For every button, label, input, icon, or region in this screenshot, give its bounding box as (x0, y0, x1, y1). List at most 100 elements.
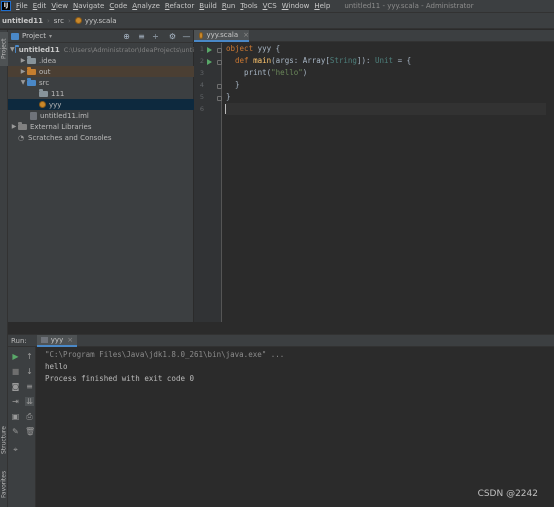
editor-tab-yyy[interactable]: yyy.scala × (194, 30, 249, 42)
tree-item-idea[interactable]: ▶ .idea (8, 55, 194, 66)
tree-item-scratches[interactable]: ◔ Scratches and Consoles (8, 132, 194, 143)
chevron-down-icon[interactable]: ▼ (10, 46, 15, 53)
package-icon (39, 88, 48, 97)
code-line-4: } (226, 80, 240, 89)
close-icon[interactable]: × (243, 31, 249, 39)
text-caret (225, 104, 226, 114)
layout-icon[interactable]: ▣ (11, 412, 20, 421)
tree-item-untitled11[interactable]: ▼ untitled11 C:\Users\Administrator\Idea… (8, 44, 194, 55)
console-command-line: "C:\Program Files\Java\jdk1.8.0_261\bin\… (45, 350, 285, 359)
tree-item-111[interactable]: 111 (8, 88, 194, 99)
tool-tab-structure[interactable]: Structure (0, 420, 8, 460)
menu-help[interactable]: Help (314, 2, 330, 10)
code-line-5: } (226, 92, 231, 101)
console-output-line: hello (45, 362, 68, 371)
chevron-right-icon[interactable]: ▶ (10, 123, 18, 130)
scala-object-icon (39, 101, 46, 108)
line-number: 6 (199, 105, 204, 113)
run-config-icon (40, 336, 48, 343)
editor-gutter: 1 2 3 4 5 6 (194, 43, 222, 322)
line-number: 1 (199, 45, 204, 53)
chevron-down-icon[interactable]: ▼ (19, 79, 27, 86)
menu-edit[interactable]: Edit (33, 2, 47, 10)
print-icon[interactable]: ⎙ (25, 412, 34, 421)
run-console[interactable]: "C:\Program Files\Java\jdk1.8.0_261\bin\… (45, 347, 554, 507)
menu-build[interactable]: Build (199, 2, 217, 10)
scala-object-icon (199, 31, 204, 39)
menu-analyze[interactable]: Analyze (132, 2, 160, 10)
camera-icon[interactable]: ◙ (11, 382, 20, 391)
run-panel-header: Run: yyy × (8, 334, 554, 347)
line-number: 4 (199, 81, 204, 89)
code-line-1: object yyy { (226, 44, 281, 53)
hide-icon[interactable]: — (182, 32, 191, 41)
rerun-icon[interactable]: ▶ (11, 352, 20, 361)
breadcrumb: untitled11 › src › yyy.scala (0, 13, 554, 29)
tree-item-iml[interactable]: untitled11.iml (8, 110, 194, 121)
chevron-right-icon: › (46, 16, 50, 25)
chevron-right-icon[interactable]: ▶ (19, 68, 27, 75)
code-editor[interactable]: object yyy { def main(args: Array[String… (222, 43, 554, 322)
scala-object-icon (74, 17, 82, 24)
menu-refactor[interactable]: Refactor (165, 2, 194, 10)
run-object-icon[interactable] (207, 47, 212, 53)
editor-tab-bar: yyy.scala × (194, 30, 554, 42)
tool-tab-project[interactable]: Project (0, 32, 8, 66)
library-icon (18, 121, 27, 130)
run-toolbar: ▶ ■ ◙ ⇥ ▣ ✎ ⌖ ↑ ↓ ≡ ⇊ ⎙ 🗑 (8, 347, 36, 507)
breadcrumb-file[interactable]: yyy.scala (85, 17, 117, 25)
trash-icon[interactable]: 🗑 (25, 427, 35, 436)
excluded-folder-icon (27, 66, 36, 75)
run-tab-yyy[interactable]: yyy × (36, 334, 78, 347)
expand-all-icon[interactable]: ÷ (151, 32, 160, 41)
run-main-icon[interactable] (207, 59, 212, 65)
menu-tools[interactable]: Tools (240, 2, 257, 10)
tree-item-yyy[interactable]: yyy (8, 99, 194, 110)
line-number: 5 (199, 93, 204, 101)
tree-item-external-libraries[interactable]: ▶ External Libraries (8, 121, 194, 132)
project-panel-title[interactable]: Project (22, 32, 46, 40)
exit-icon[interactable]: ⇥ (11, 397, 20, 406)
project-panel: Project ▾ ⊕ ≡ ÷ ⚙ — ▼ untitled11 C:\User… (8, 30, 194, 322)
run-label: Run: (11, 336, 27, 345)
scroll-to-end-icon[interactable]: ⇊ (25, 397, 34, 406)
menu-window[interactable]: Window (282, 2, 310, 10)
menu-code[interactable]: Code (109, 2, 127, 10)
chevron-right-icon[interactable]: ▶ (19, 57, 27, 64)
menu-run[interactable]: Run (222, 2, 235, 10)
chevron-down-icon[interactable]: ▾ (49, 33, 52, 40)
code-line-3: print("hello") (226, 68, 308, 77)
menu-navigate[interactable]: Navigate (73, 2, 104, 10)
project-panel-header: Project ▾ ⊕ ≡ ÷ ⚙ — (8, 30, 194, 43)
watermark: CSDN @2242 (477, 489, 538, 499)
line-number: 2 (199, 57, 204, 65)
menu-vcs[interactable]: VCS (263, 2, 277, 10)
close-icon[interactable]: × (67, 336, 73, 344)
tool-tab-favorites[interactable]: Favorites (0, 464, 8, 504)
breadcrumb-project[interactable]: untitled11 (2, 17, 43, 25)
locate-icon[interactable]: ⊕ (122, 32, 131, 41)
gear-icon[interactable]: ⚙ (168, 32, 177, 41)
code-line-2: def main(args: Array[String]): Unit = { (235, 56, 412, 65)
menu-view[interactable]: View (51, 2, 68, 10)
scroll-up-icon[interactable]: ↑ (25, 352, 34, 361)
pin-tab-icon[interactable]: ⌖ (11, 445, 20, 454)
scratches-icon: ◔ (18, 133, 25, 142)
project-view-icon (11, 33, 19, 40)
collapse-all-icon[interactable]: ≡ (137, 32, 146, 41)
pin-icon[interactable]: ✎ (11, 427, 20, 436)
source-folder-icon (27, 77, 36, 86)
scroll-down-icon[interactable]: ↓ (25, 367, 34, 376)
window-title: untitled11 - yyy.scala - Administrator (344, 2, 474, 10)
console-exit-line: Process finished with exit code 0 (45, 374, 195, 383)
line-number: 3 (199, 69, 204, 77)
run-panel: Run: yyy × ▶ ■ ◙ ⇥ ▣ ✎ ⌖ ↑ ↓ ≡ ⇊ ⎙ 🗑 "C:… (8, 334, 554, 507)
code-line-6 (226, 103, 546, 115)
breadcrumb-folder[interactable]: src (54, 17, 64, 25)
module-folder-icon (14, 44, 20, 53)
tree-item-src[interactable]: ▼ src (8, 77, 194, 88)
soft-wrap-icon[interactable]: ≡ (25, 382, 34, 391)
stop-icon[interactable]: ■ (11, 367, 20, 376)
menu-file[interactable]: File (16, 2, 28, 10)
tree-item-out[interactable]: ▶ out (8, 66, 194, 77)
